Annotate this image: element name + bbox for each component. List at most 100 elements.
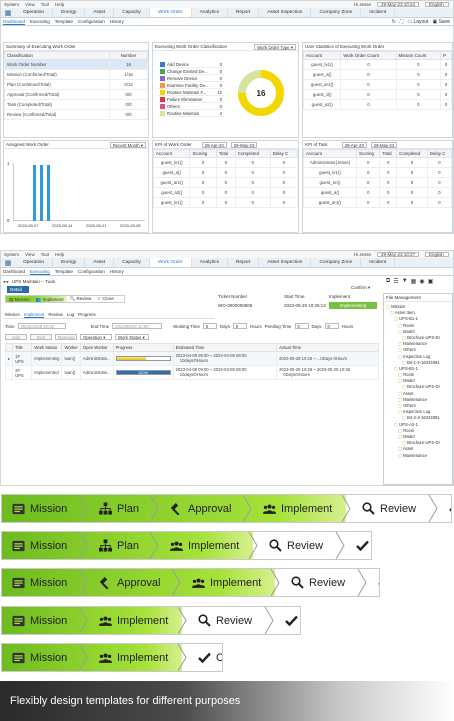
legend-item[interactable]: Others 0 (158, 103, 224, 110)
legend-item[interactable]: Remove Device 0 (158, 75, 224, 82)
nav-capacity[interactable]: Capacity (114, 258, 150, 267)
kpi2-date-to[interactable]: 29-May-23 (370, 141, 398, 148)
table-row[interactable]: Plan (Confirmed/Total) 0/12 (4, 79, 148, 90)
apps-grid-icon[interactable]: ▦ (1, 258, 15, 267)
nav-company-zone[interactable]: Company Zone (311, 8, 362, 17)
operation-select[interactable]: Operation ▾ (80, 334, 112, 340)
inner-tab-mission[interactable]: Mission (5, 312, 20, 318)
step-close[interactable]: Close (188, 644, 222, 671)
step-implement[interactable]: Implement (89, 644, 188, 671)
nav-work-order[interactable]: Work Order (149, 8, 192, 17)
inner-tab-review[interactable]: Review (48, 312, 62, 318)
step-close[interactable]: Close (346, 532, 371, 559)
legend-item[interactable]: Change Existed De... 0 (158, 68, 224, 75)
mini-step-mission[interactable]: ▤ Mission (6, 296, 33, 302)
fullscreen-icon[interactable]: ⛶ (400, 19, 404, 25)
mini-step-review[interactable]: 🔍 Review (67, 296, 95, 302)
table-row[interactable]: ▸ 1F UPS Implementing tuan() Administrat… (4, 351, 379, 366)
menu-view[interactable]: View (25, 252, 35, 257)
tab-history[interactable]: History (110, 19, 124, 24)
table-row[interactable]: guest_ar1() 0 0 0 0 (303, 197, 452, 208)
work-order-type-select[interactable]: Work Order Type ▾ (254, 43, 296, 50)
layout-button[interactable]: ▭ Layout (407, 19, 428, 25)
inner-tab-log[interactable]: Log (67, 312, 74, 318)
table-row[interactable]: Work Order Number 16 (4, 59, 148, 70)
grid-icon[interactable]: ▦ (411, 278, 417, 286)
nav-work-order[interactable]: Work Order (149, 258, 192, 267)
table-row[interactable]: guest_a2() 0 0 0 (303, 99, 452, 110)
tab-configuration[interactable]: Configuration (78, 269, 105, 274)
tab-template[interactable]: Template (55, 269, 73, 274)
step-approval[interactable]: Approval (160, 495, 253, 522)
legend-item[interactable]: Add Device 0 (158, 61, 224, 68)
menu-help[interactable]: Help (55, 2, 64, 7)
apps-grid-icon[interactable]: ▦ (1, 8, 15, 17)
table-row[interactable]: guest_en() 0 0 0 0 (303, 177, 452, 188)
step-implement[interactable]: Implement (160, 532, 259, 559)
table-row[interactable]: guest_lv1() 0 0 0 0 (153, 197, 298, 208)
nav-asset[interactable]: Asset (85, 8, 115, 17)
tab-executing[interactable]: Executing (30, 269, 50, 275)
save-icon[interactable]: ▣ (428, 278, 434, 286)
nav-asset-inspection[interactable]: Asset Inspection (259, 258, 312, 267)
kpi1-date-to[interactable]: 29-May-23 (230, 141, 258, 148)
step-mission[interactable]: Mission (2, 644, 89, 671)
menu-tool[interactable]: Tool (41, 2, 49, 7)
end-time-input[interactable]: 2023/05/29 10:00 (112, 323, 163, 329)
language-select[interactable]: English (425, 252, 449, 257)
nav-asset-inspection[interactable]: Asset Inspection (259, 8, 312, 17)
inner-tab-implement[interactable]: Implement (23, 312, 45, 318)
tab-configuration[interactable]: Configuration (78, 19, 105, 24)
tab-executing[interactable]: Executing (30, 19, 50, 24)
nav-capacity[interactable]: Capacity (114, 8, 150, 17)
nav-energy[interactable]: Energy (53, 8, 86, 17)
refresh-icon[interactable]: ↻ (392, 19, 396, 25)
step-implement[interactable]: Implement (182, 569, 281, 596)
save-button[interactable]: ▣ Save (432, 19, 450, 25)
table-row[interactable]: 2F UPS Implemented tuan() Administratio.… (4, 365, 379, 380)
step-implement[interactable]: Implement (253, 495, 352, 522)
step-close[interactable]: Close (275, 607, 300, 634)
menu-system[interactable]: System (4, 252, 19, 257)
table-row[interactable]: guest_ar1() 0 0 0 0 (153, 177, 298, 188)
pending-hours-input[interactable]: 0 (324, 323, 339, 329)
menu-tool[interactable]: Tool (41, 252, 49, 257)
table-row[interactable]: guest_a() 0 0 0 0 (303, 187, 452, 198)
inner-tab-progress[interactable]: Progress (78, 312, 96, 318)
step-close[interactable]: Close (368, 569, 379, 596)
step-mission[interactable]: Mission (2, 607, 89, 634)
copy-icon[interactable]: ⧉ (386, 278, 390, 286)
legend-item[interactable]: Routine Maintain 4 (158, 110, 224, 117)
recent-month-select[interactable]: Recent Month ▾ (109, 141, 146, 148)
confirm-button[interactable]: Confirm ▾ (351, 285, 370, 291)
detail-tab[interactable]: Detail (7, 286, 29, 293)
step-approval[interactable]: Approval (89, 569, 182, 596)
pending-days-input[interactable]: 0 (294, 323, 309, 329)
menu-help[interactable]: Help (55, 252, 64, 257)
nav-incident[interactable]: Incident (361, 8, 396, 17)
working-hours-input[interactable]: 0 (232, 323, 247, 329)
list-icon[interactable]: ☰ (393, 278, 398, 286)
table-row[interactable]: Mission (Confirmed/Total) 1/16 (4, 69, 148, 80)
add-button[interactable]: Add (5, 334, 27, 340)
tab-dashboard[interactable]: Dashboard (3, 269, 25, 274)
menu-view[interactable]: View (25, 2, 35, 7)
nav-analytics[interactable]: Analytics (192, 258, 228, 267)
tab-dashboard[interactable]: Dashboard (3, 19, 26, 25)
table-row[interactable]: guest_lv1() 0 0 0 (303, 59, 452, 70)
table-row[interactable]: guest_a() 0 0 0 (303, 69, 452, 80)
nav-company-zone[interactable]: Company Zone (311, 258, 362, 267)
nav-report[interactable]: Report (228, 8, 260, 17)
table-row[interactable]: guest_a() 0 0 0 0 (153, 167, 298, 178)
table-row[interactable]: guest_ar1() 0 0 0 (303, 79, 452, 90)
step-mission[interactable]: Mission (2, 569, 89, 596)
nav-asset[interactable]: Asset (85, 258, 115, 267)
table-row[interactable]: guest_lv1() 0 0 0 0 (303, 167, 452, 178)
table-row[interactable]: Task (Completed/Total) 0/0 (4, 99, 148, 110)
nav-analytics[interactable]: Analytics (192, 8, 228, 17)
table-row[interactable]: Review (Confirmed/Total) 0/0 (4, 109, 148, 120)
legend-item[interactable]: Routine Maintain F... 12 (158, 89, 224, 96)
nav-energy[interactable]: Energy (53, 258, 86, 267)
mini-step-implement[interactable]: 👥 Implement (32, 296, 67, 302)
nav-operation[interactable]: Operation (15, 8, 54, 17)
